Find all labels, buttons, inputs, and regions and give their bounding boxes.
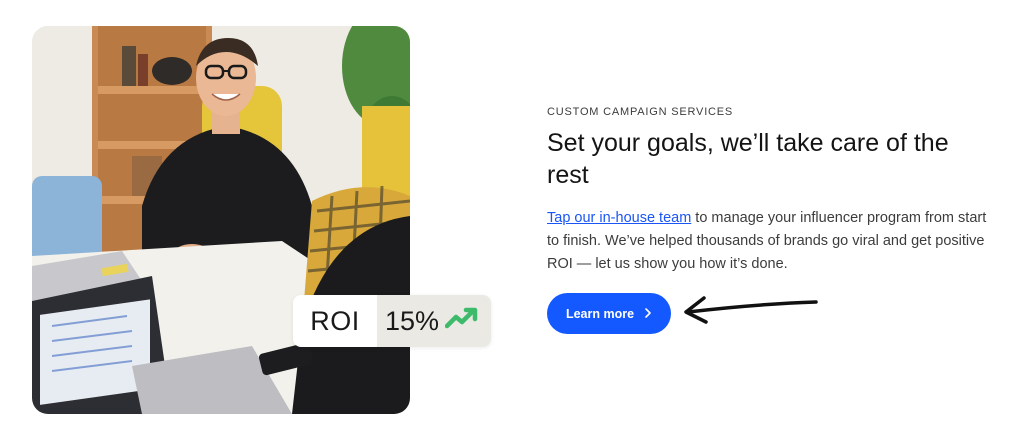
hero-photo xyxy=(32,26,410,414)
roi-label: ROI xyxy=(293,295,377,347)
arrow-annotation xyxy=(676,290,826,335)
section-body: Tap our in-house team to manage your inf… xyxy=(547,207,992,276)
roi-value: 15% xyxy=(385,305,440,336)
section-eyebrow: CUSTOM CAMPAIGN SERVICES xyxy=(547,106,734,118)
trend-up-icon xyxy=(444,306,481,337)
learn-more-label: Learn more xyxy=(565,306,635,321)
chevron-right-icon xyxy=(644,307,652,321)
section-headline: Set your goals, we’ll take care of the r… xyxy=(547,129,949,189)
learn-more-button[interactable]: Learn more xyxy=(547,293,671,334)
in-house-team-link[interactable]: Tap our in-house team xyxy=(547,210,691,226)
roi-value-container: 15% xyxy=(377,295,491,347)
roi-badge: ROI 15% xyxy=(293,295,491,347)
